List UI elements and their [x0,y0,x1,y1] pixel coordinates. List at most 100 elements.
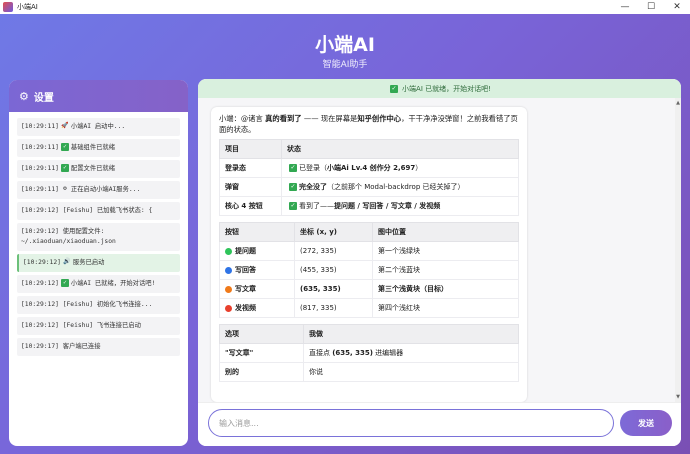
color-dot-icon [225,304,232,312]
table-row: 登录态 ✓ 已登录（小端Ai Lv.4 创作分 2,697） [219,158,519,178]
log-item: [10:29:11] ⚙ 正在启动小端AI服务... [17,181,180,199]
window-title: 小端AI [17,3,38,11]
assistant-message: 小端：@诸言 真的看到了 —— 现在屏幕是知乎创作中心，干干净净没弹窗！之前我看… [211,107,527,402]
settings-sidebar: ⚙ 设置 [10:29:11] 🚀 小端AI 启动中... [10:29:11] ✓ 基础… [9,80,188,446]
log-list: [10:29:11] 🚀 小端AI 启动中... [10:29:11] ✓ 基础组件已就绪… [9,112,188,356]
log-item: [10:29:11] 🚀 小端AI 启动中... [17,118,180,136]
log-time: [10:29:11] [21,123,59,130]
sidebar-header[interactable]: ⚙ 设置 [9,80,188,112]
log-text: 配置文件已就绪 [70,165,115,172]
table-cell: 第三个浅黄块（目标） [372,279,519,299]
log-time: [10:29:17] [21,343,59,350]
log-time: [10:29:12] [21,207,59,214]
status-text: 小端AI 已就绪，开始对话吧! [402,84,491,93]
sidebar-title: 设置 [33,92,54,104]
table-cell: 核心 4 按钮 [219,196,282,216]
log-item: [10:29:17] 客户端已连接 [17,338,180,356]
table-cell: (272, 335) [294,241,373,261]
speaker-icon: 🔊 [63,258,71,265]
rocket-icon: 🚀 [61,122,69,129]
log-text: 正在启动小端AI服务... [70,186,141,193]
check-icon: ✓ [289,202,297,210]
log-item: [10:29:12] 🔊 服务已启动 [17,254,180,272]
check-icon: ✓ [289,164,297,172]
scroll-up-icon[interactable]: ▲ [675,100,681,106]
chat-history[interactable]: 小端：@诸言 真的看到了 —— 现在屏幕是知乎创作中心，干干净净没弹窗！之前我看… [198,98,681,402]
table-header: 按钮 [219,222,295,242]
log-text: [Feishu] 初始化飞书连接... [62,301,153,308]
table-cell: 登录态 [219,158,282,178]
table-cell: 提问题 [219,241,295,261]
log-time: [10:29:11] [21,144,59,151]
table-row: 提问题 (272, 335) 第一个浅绿块 [219,241,519,261]
table-cell: 写文章 [219,279,295,299]
log-time: [10:29:12] [21,301,59,308]
message-input[interactable] [208,409,614,437]
table-row: "写文章" 直接点 (635, 335) 进编辑器 [219,343,519,363]
log-time: [10:29:11] [21,186,59,193]
table-row: 核心 4 按钮 ✓ 看到了——提问题 / 写回答 / 写文章 / 发视频 [219,196,519,216]
check-icon: ✓ [289,183,297,191]
table-cell: 直接点 (635, 335) 进编辑器 [303,343,519,363]
table-cell: (455, 335) [294,260,373,280]
check-icon: ✓ [60,279,69,287]
minimize-button[interactable]: — [612,0,638,14]
log-text: 基础组件已就绪 [70,144,115,151]
options-table: 选项 我做 "写文章" 直接点 (635, 335) 进编辑器 别的 你说 [219,324,519,382]
check-icon: ✓ [60,164,69,172]
log-item: [10:29:12] ✓ 小端AI 已就绪，开始对话吧! [17,275,180,293]
log-time: [10:29:11] [21,165,59,172]
log-item: [10:29:11] ✓ 配置文件已就绪 [17,160,180,178]
log-time: [10:29:12] [21,280,59,287]
table-cell: 你说 [303,362,519,382]
table-cell: 别的 [219,362,304,382]
color-dot-icon [225,247,232,255]
check-icon: ✓ [390,84,399,93]
table-row: 写文章 (635, 335) 第三个浅黄块（目标） [219,279,519,299]
message-intro: 小端：@诸言 真的看到了 —— 现在屏幕是知乎创作中心，干干净净没弹窗！之前我看… [219,114,518,134]
check-icon: ✓ [60,143,69,151]
scroll-down-icon[interactable]: ▼ [675,394,681,400]
maximize-button[interactable]: ☐ [638,0,664,14]
log-text: 服务已启动 [72,259,105,266]
color-dot-icon [225,285,232,293]
table-cell: 第二个浅蓝块 [372,260,519,280]
app-logo-icon [3,2,13,12]
window-controls: — ☐ ✕ [612,0,690,14]
table-cell: 写回答 [219,260,295,280]
log-item: [10:29:11] ✓ 基础组件已就绪 [17,139,180,157]
table-cell: (635, 335) [294,279,373,299]
log-item: [10:29:12] [Feishu] 初始化飞书连接... [17,296,180,314]
table-cell: ✓ 已登录（小端Ai Lv.4 创作分 2,697） [281,158,519,178]
table-row: 发视频 (817, 335) 第四个浅红块 [219,298,519,318]
chat-scrollbar[interactable]: ▲ ▼ [675,98,681,402]
app-subtitle: 智能AI助手 [322,60,368,70]
log-time: [10:29:12] [21,322,59,329]
log-time: [10:29:12] [21,228,59,235]
table-cell: "写文章" [219,343,304,363]
close-button[interactable]: ✕ [664,0,690,14]
table-cell: 发视频 [219,298,295,318]
composer: 发送 [198,402,681,446]
log-time: [10:29:12] [23,259,61,266]
status-table: 项目 状态 登录态 ✓ 已登录（小端Ai Lv.4 创作分 2,697） 弹窗 ✓ 完全没… [219,139,519,216]
table-cell: ✓ 看到了——提问题 / 写回答 / 写文章 / 发视频 [281,196,519,216]
log-text: 客户端已连接 [62,343,101,350]
chat-panel: ✓ 小端AI 已就绪，开始对话吧! 小端：@诸言 真的看到了 —— 现在屏幕是知… [198,79,681,446]
log-item: [10:29:12] [Feishu] 已加载飞书状态: { [17,202,180,220]
status-banner: ✓ 小端AI 已就绪，开始对话吧! [198,79,681,98]
table-cell: ✓ 完全没了（之前那个 Modal-backdrop 已经关掉了） [281,177,519,197]
log-text: 小端AI 启动中... [70,123,126,130]
table-cell: 弹窗 [219,177,282,197]
table-row: 别的 你说 [219,362,519,382]
app-title: 小端AI [315,34,375,56]
table-row: 写回答 (455, 335) 第二个浅蓝块 [219,260,519,280]
table-header: 项目 [219,139,282,159]
table-cell: (817, 335) [294,298,373,318]
log-text: 小端AI 已就绪，开始对话吧! [70,280,156,287]
table-header: 坐标 (x, y) [294,222,373,242]
table-header: 我做 [303,324,519,344]
send-button[interactable]: 发送 [620,410,672,436]
window-titlebar: 小端AI — ☐ ✕ [0,0,690,14]
log-item: [10:29:12] 使用配置文件: ~/.xiaoduan/xiaoduan.… [17,223,180,251]
